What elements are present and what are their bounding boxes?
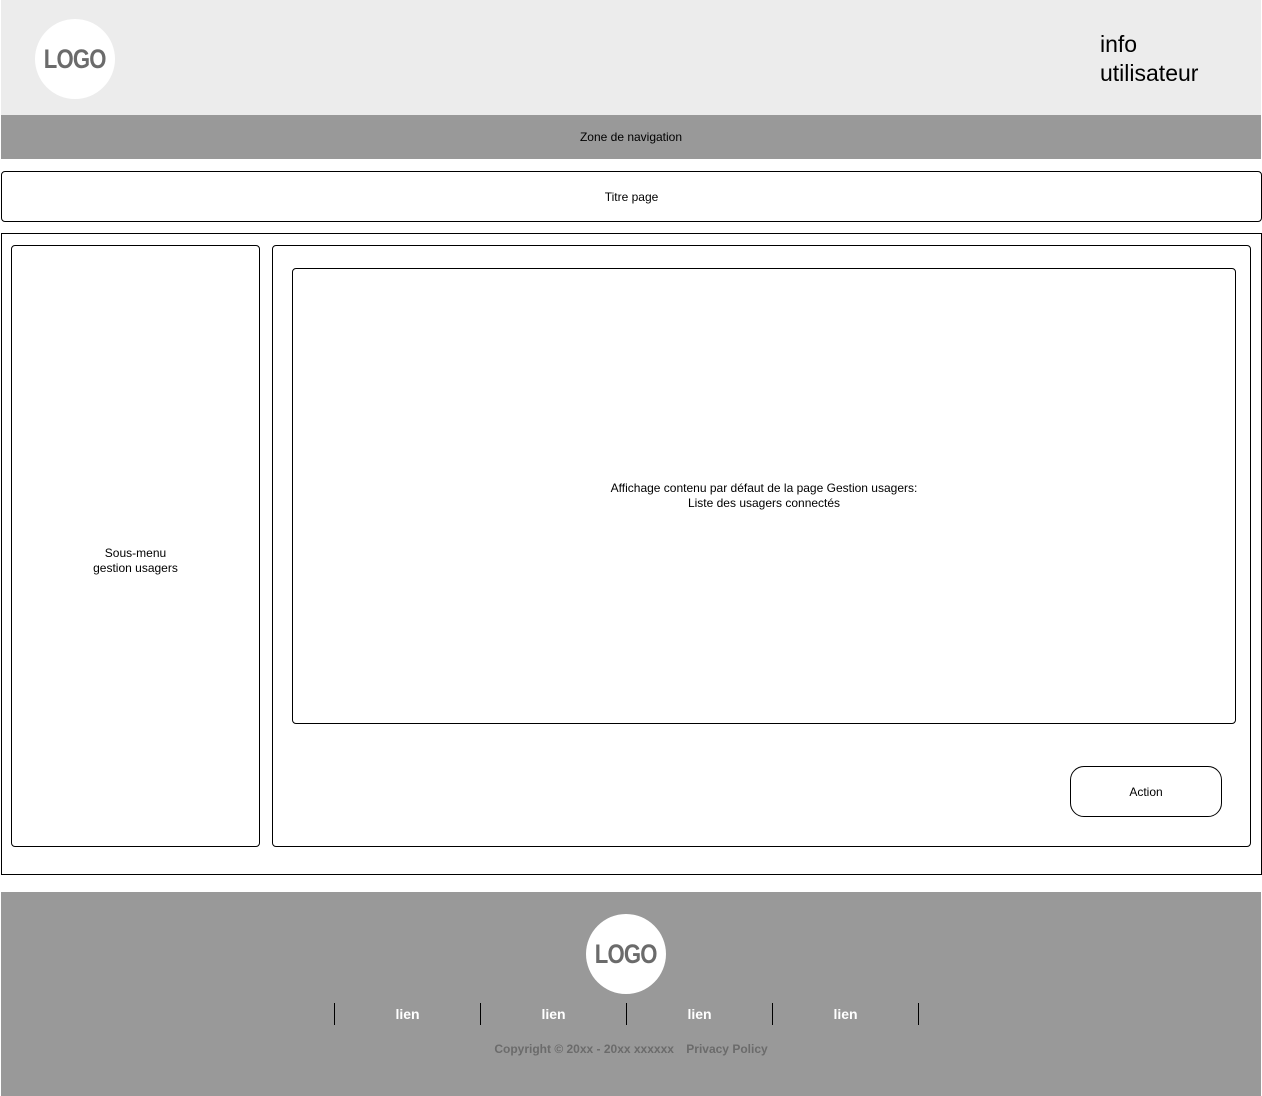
action-button[interactable]: Action (1070, 766, 1222, 817)
navigation-zone[interactable]: Zone de navigation (1, 115, 1261, 159)
header-logo[interactable]: LOGO (35, 19, 115, 99)
navigation-label: Zone de navigation (579, 130, 683, 144)
action-button-label: Action (1129, 784, 1163, 799)
footer-link-2[interactable]: lien (480, 1003, 626, 1025)
copyright-row: Copyright © 20xx - 20xx xxxxxx Privacy P… (0, 1042, 1262, 1056)
user-info-line2: utilisateur (1100, 60, 1199, 86)
submenu-panel[interactable]: Sous-menu gestion usagers (11, 245, 260, 847)
content-line1: Affichage contenu par défaut de la page … (610, 481, 918, 495)
user-info-line1: info (1100, 31, 1138, 57)
content-display-box: Affichage contenu par défaut de la page … (292, 268, 1236, 724)
submenu-line1: Sous-menu (104, 546, 167, 560)
content-line2: Liste des usagers connectés (687, 496, 841, 510)
footer-logo[interactable]: LOGO (586, 914, 666, 994)
copyright-text: Copyright © 20xx - 20xx xxxxxx (494, 1042, 674, 1056)
privacy-policy-link[interactable]: Privacy Policy (686, 1042, 767, 1056)
footer-link-4[interactable]: lien (772, 1003, 918, 1025)
footer-separator (918, 1003, 919, 1025)
page-title-box: Titre page (1, 171, 1262, 222)
footer-logo-text: LOGO (595, 938, 658, 969)
page-title: Titre page (604, 189, 659, 204)
user-info[interactable]: info utilisateur (1100, 30, 1250, 88)
submenu-line2: gestion usagers (93, 561, 178, 575)
footer-link-1[interactable]: lien (334, 1003, 480, 1025)
header-logo-text: LOGO (44, 43, 107, 74)
footer-link-3[interactable]: lien (626, 1003, 772, 1025)
header (1, 0, 1261, 115)
